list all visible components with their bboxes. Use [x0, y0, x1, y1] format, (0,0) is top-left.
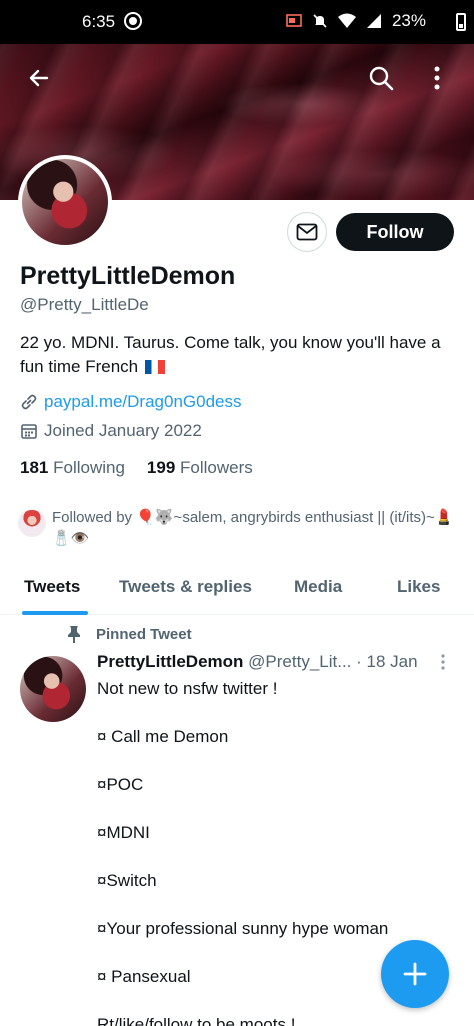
screen-record-icon [124, 12, 142, 30]
status-time: 6:35 [82, 12, 116, 31]
more-vertical-icon [441, 654, 445, 670]
status-icons: 23% [286, 11, 440, 31]
more-vertical-icon [434, 66, 440, 90]
status-bar: 6:35 23% [0, 0, 474, 44]
tweet-line: ¤Your professional sunny hype woman [97, 919, 389, 938]
arrow-left-icon [29, 69, 49, 87]
tweet-line: Not new to nsfw twitter ! [97, 679, 278, 698]
bio-text: 22 yo. MDNI. Taurus. Come talk, you know… [20, 333, 441, 376]
tweet-date: · 18 Jan [356, 652, 418, 671]
profile-tabs: Tweets Tweets & replies Media Likes [0, 565, 474, 615]
profile-website-link[interactable]: paypal.me/Drag0nG0dess [44, 392, 242, 412]
tab-likes[interactable]: Likes [397, 577, 440, 597]
pinned-label: Pinned Tweet [96, 625, 192, 643]
tweet-author-name[interactable]: PrettyLittleDemon [97, 652, 243, 671]
french-flag-icon [144, 360, 165, 374]
tweet-line: ¤MDNI [97, 823, 150, 842]
search-icon [369, 66, 394, 91]
pinned-indicator: Pinned Tweet [66, 625, 192, 643]
tab-tweets[interactable]: Tweets [24, 577, 80, 597]
tweet-line: Rt/like/follow to be moots ! [97, 1015, 296, 1026]
compose-tweet-button[interactable] [381, 940, 449, 1008]
followers-stat[interactable]: 199 Followers [147, 458, 253, 478]
mute-icon [313, 14, 327, 28]
mail-icon [296, 223, 318, 241]
followers-count: 199 [146, 458, 176, 477]
back-button[interactable] [20, 59, 58, 97]
tweet-line: ¤POC [97, 775, 144, 794]
profile-screen: 6:35 23% Follow PrettyLittleDemon @Prett… [0, 0, 474, 1026]
battery-icon [456, 13, 466, 31]
tweet-line: ¤ Call me Demon [97, 727, 229, 746]
following-stat[interactable]: 181 Following [20, 458, 125, 478]
tab-tweets-replies[interactable]: Tweets & replies [119, 577, 252, 597]
wifi-icon [337, 13, 356, 28]
plus-icon [403, 962, 427, 986]
tweet-header: PrettyLittleDemon @Pretty_Lit... · 18 Ja… [97, 652, 457, 672]
following-label: Following [53, 458, 125, 477]
tweet-author-handle: @Pretty_Lit... [248, 652, 352, 671]
profile-display-name: PrettyLittleDemon [20, 262, 236, 290]
follower-avatar [18, 509, 46, 537]
battery-percent: 23% [391, 11, 426, 30]
profile-link-row: paypal.me/Drag0nG0dess [20, 392, 242, 412]
profile-handle: @Pretty_LittleDe [20, 295, 149, 314]
search-button[interactable] [362, 59, 400, 97]
tweet-line: ¤Switch [97, 871, 157, 890]
profile-joined-row: Joined January 2022 [20, 421, 202, 441]
follow-button[interactable]: Follow [336, 213, 454, 251]
signal-icon [366, 14, 381, 28]
profile-avatar[interactable] [18, 155, 112, 249]
cast-icon [286, 14, 302, 27]
more-options-button[interactable] [418, 59, 456, 97]
pin-icon [68, 626, 80, 643]
tab-media[interactable]: Media [294, 577, 342, 597]
following-count: 181 [20, 458, 49, 477]
tweet-more-button[interactable] [440, 654, 446, 675]
calendar-icon [21, 424, 37, 439]
link-icon [21, 394, 37, 410]
tweet-author-avatar[interactable] [20, 656, 86, 722]
followed-by-text: Followed by 🎈🐺~salem, angrybirds enthusi… [52, 509, 454, 547]
message-button[interactable] [287, 212, 327, 252]
joined-date: Joined January 2022 [44, 421, 202, 440]
profile-stats: 181 Following 199 Followers [20, 458, 253, 478]
active-tab-indicator [22, 611, 88, 615]
followers-label: Followers [180, 458, 253, 477]
profile-bio: 22 yo. MDNI. Taurus. Come talk, you know… [20, 331, 450, 379]
